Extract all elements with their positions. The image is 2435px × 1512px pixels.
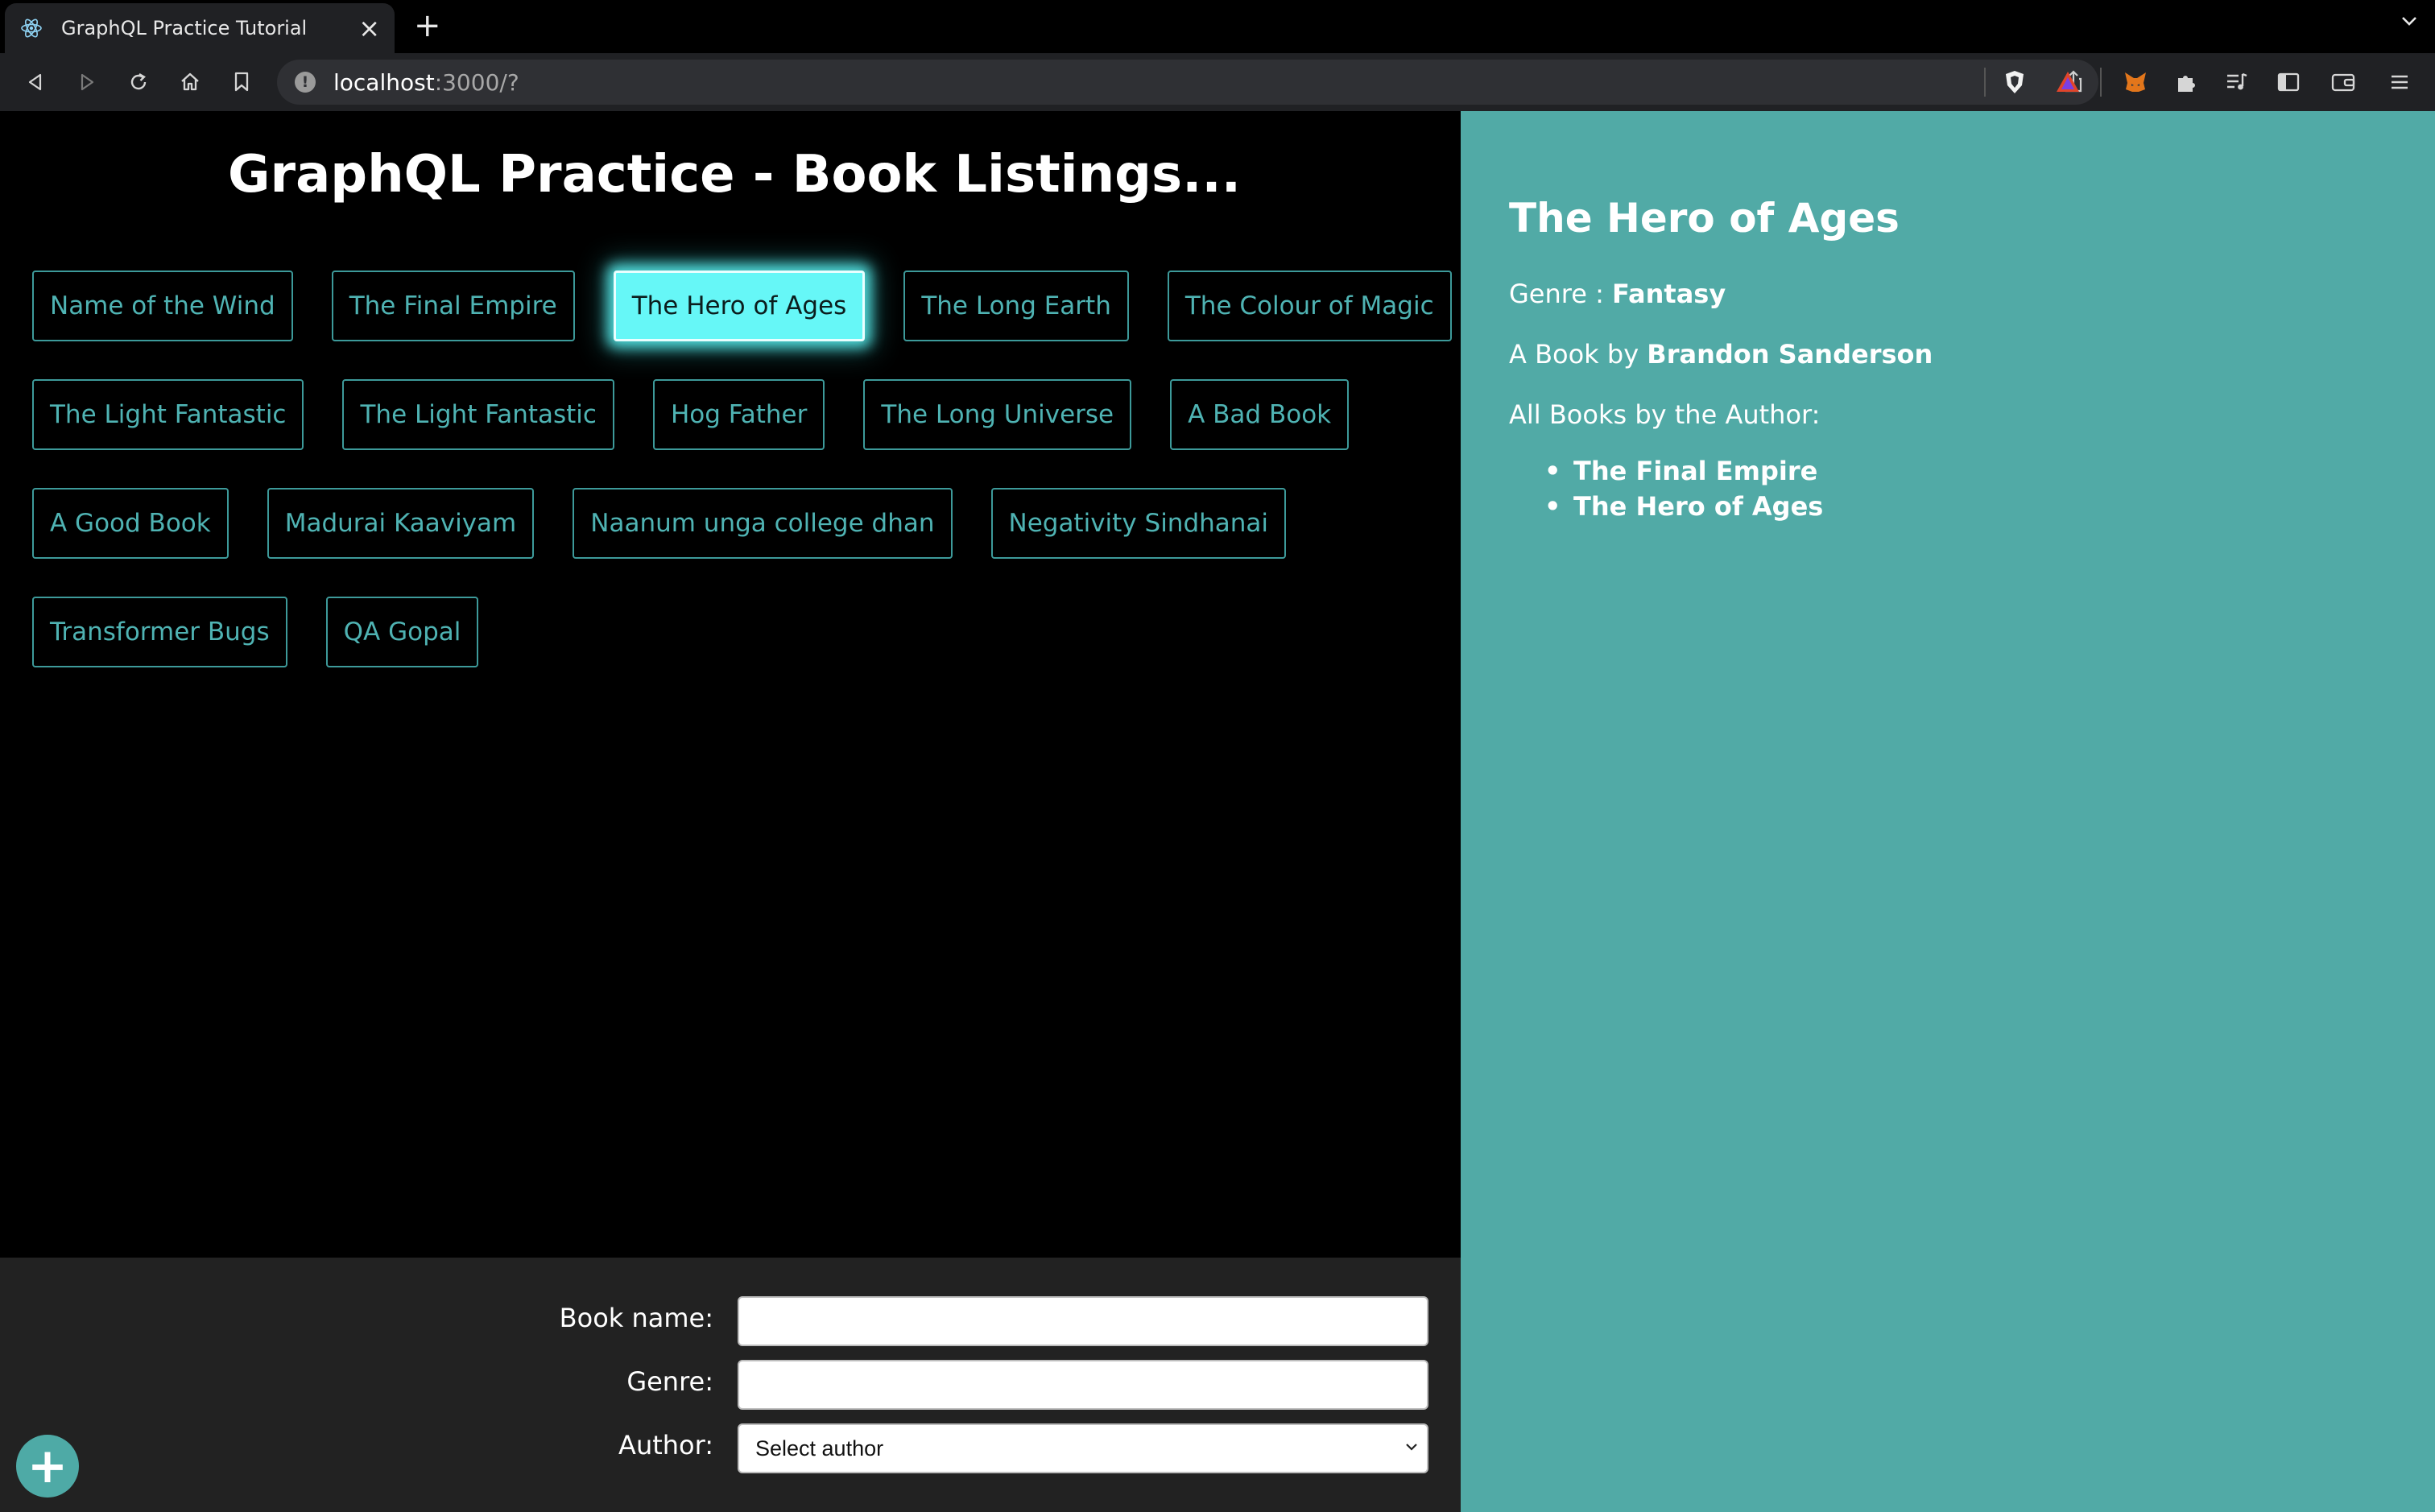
book-button[interactable]: The Colour of Magic: [1167, 271, 1452, 341]
browser-tab-strip: GraphQL Practice Tutorial × +: [0, 0, 2435, 53]
author-book-item: The Final Empire: [1544, 456, 1823, 491]
book-name-label: Book name:: [559, 1303, 713, 1333]
author-line: A Book by Brandon Sanderson: [1509, 339, 1933, 370]
address-bar[interactable]: ! localhost:3000/?: [277, 60, 2098, 105]
genre-prefix: Genre :: [1509, 279, 1613, 309]
tab-list-chevron-icon[interactable]: [2400, 11, 2419, 35]
forward-icon[interactable]: [69, 64, 105, 100]
genre-row: Genre:: [0, 1360, 1461, 1410]
book-button[interactable]: The Long Earth: [903, 271, 1129, 341]
book-button-selected[interactable]: The Hero of Ages: [613, 271, 866, 341]
author-name: Brandon Sanderson: [1647, 339, 1933, 370]
author-row: Author: Select author: [0, 1423, 1461, 1473]
menu-icon[interactable]: [2382, 64, 2417, 100]
author-select[interactable]: Select author: [738, 1423, 1428, 1473]
tab-title: GraphQL Practice Tutorial: [61, 17, 308, 39]
book-button[interactable]: The Light Fantastic: [32, 379, 304, 450]
book-button[interactable]: Hog Father: [652, 379, 825, 450]
book-button[interactable]: Madurai Kaaviyam: [267, 488, 535, 559]
author-books-list: The Final EmpireThe Hero of Ages: [1544, 456, 1823, 527]
bookmark-icon[interactable]: [224, 64, 259, 100]
book-button[interactable]: The Light Fantastic: [342, 379, 614, 450]
author-prefix: A Book by: [1509, 339, 1647, 370]
browser-toolbar: ! localhost:3000/?: [0, 53, 2435, 111]
playlist-icon[interactable]: [2219, 64, 2255, 100]
book-button[interactable]: A Good Book: [32, 488, 229, 559]
book-button[interactable]: Naanum unga college dhan: [573, 488, 953, 559]
all-books-label: All Books by the Author:: [1509, 399, 1821, 430]
book-button[interactable]: QA Gopal: [325, 597, 479, 667]
book-button[interactable]: Negativity Sindhanai: [990, 488, 1287, 559]
book-button[interactable]: Transformer Bugs: [32, 597, 287, 667]
new-tab-icon[interactable]: +: [414, 10, 441, 42]
url-text: localhost:3000/?: [333, 69, 519, 96]
author-book-item: The Hero of Ages: [1544, 491, 1823, 527]
book-name-row: Book name:: [0, 1296, 1461, 1346]
url-path: :3000/?: [434, 68, 519, 96]
book-row: The Light Fantastic The Light Fantastic Ho…: [32, 379, 1441, 450]
book-title: The Hero of Ages: [1509, 195, 1900, 242]
add-book-button[interactable]: +: [16, 1435, 79, 1498]
author-select-value: Select author: [755, 1436, 884, 1460]
wallet-icon[interactable]: [2325, 64, 2361, 100]
home-icon[interactable]: [172, 64, 208, 100]
extensions-puzzle-icon[interactable]: [2169, 64, 2205, 100]
author-label: Author:: [618, 1430, 713, 1460]
book-button[interactable]: A Bad Book: [1170, 379, 1350, 450]
url-host: localhost: [333, 68, 435, 96]
book-row: Name of the Wind The Final Empire The Hero…: [32, 271, 1452, 341]
book-row: A Good Book Madurai Kaaviyam Naanum unga c…: [32, 488, 1441, 559]
brave-rewards-icon[interactable]: [2050, 64, 2086, 100]
book-details-panel: The Hero of Ages Genre : Fantasy A Book …: [1461, 111, 2435, 1512]
toolbar-separator: [2100, 68, 2102, 97]
book-list: Name of the Wind The Final Empire The Hero…: [32, 271, 1452, 705]
close-tab-icon[interactable]: ×: [358, 15, 380, 41]
brave-shield-icon[interactable]: [1997, 64, 2032, 100]
chevron-down-icon: [1404, 1435, 1419, 1460]
genre-line: Genre : Fantasy: [1509, 279, 1726, 309]
genre-label: Genre:: [626, 1366, 713, 1397]
book-button[interactable]: The Final Empire: [331, 271, 575, 341]
browser-tab[interactable]: GraphQL Practice Tutorial ×: [5, 3, 395, 53]
genre-input[interactable]: [738, 1360, 1428, 1410]
book-row: Transformer Bugs QA Gopal: [32, 597, 1441, 667]
back-icon[interactable]: [18, 64, 53, 100]
sidebar-toggle-icon[interactable]: [2271, 64, 2306, 100]
book-name-input[interactable]: [738, 1296, 1428, 1346]
genre-value: Fantasy: [1612, 279, 1726, 309]
metamask-fox-icon[interactable]: [2118, 64, 2153, 100]
book-button[interactable]: The Long Universe: [863, 379, 1132, 450]
toolbar-separator: [1984, 68, 1986, 97]
site-info-icon[interactable]: !: [295, 72, 316, 93]
page-title: GraphQL Practice - Book Listings...: [227, 145, 1242, 204]
react-logo-icon: [19, 16, 43, 40]
reload-icon[interactable]: [121, 64, 156, 100]
book-button[interactable]: Name of the Wind: [32, 271, 293, 341]
